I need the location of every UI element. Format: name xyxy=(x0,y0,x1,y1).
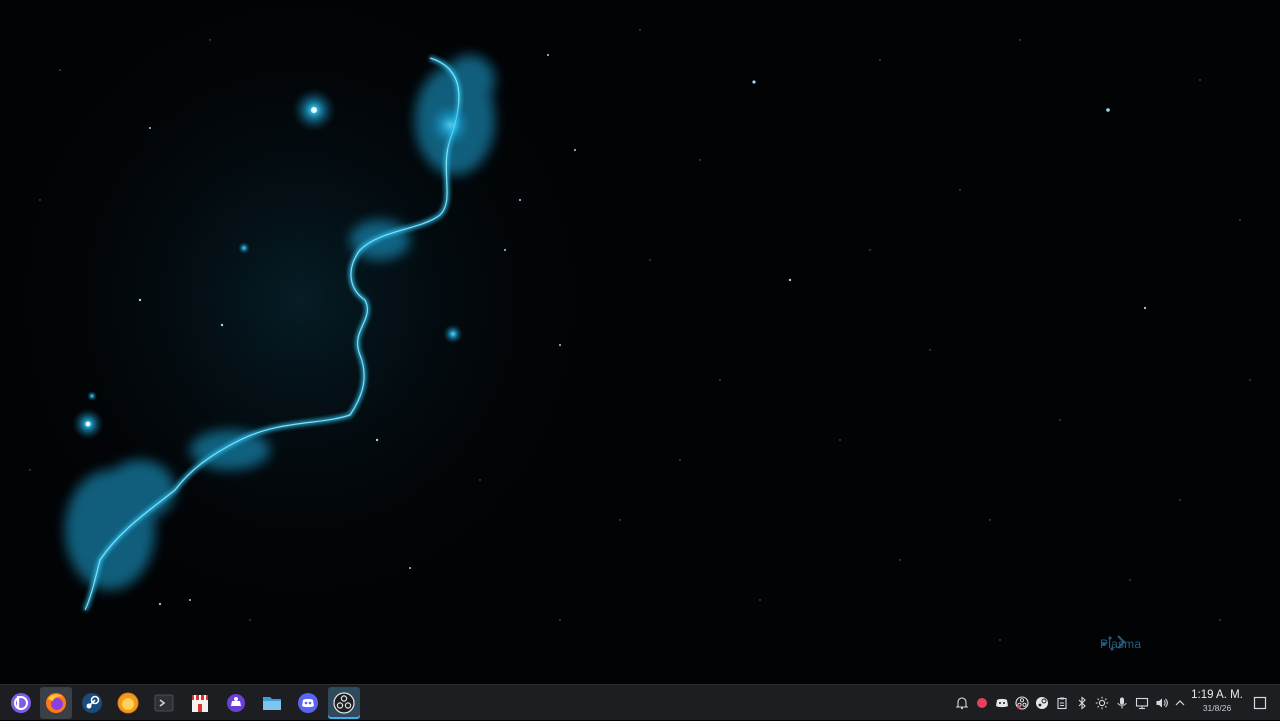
plasma-watermark: Plasma xyxy=(1100,632,1190,656)
task-obs[interactable] xyxy=(328,687,360,719)
task-firefox[interactable] xyxy=(40,687,72,719)
task-discord[interactable] xyxy=(292,687,324,719)
discord-icon xyxy=(298,693,318,713)
discover-icon xyxy=(227,694,245,712)
show-desktop-icon xyxy=(1253,696,1267,710)
show-desktop-button[interactable] xyxy=(1252,695,1268,711)
application-launcher-button[interactable] xyxy=(6,688,36,718)
network-icon xyxy=(1135,697,1149,710)
system-tray xyxy=(952,685,1185,721)
bell-icon xyxy=(955,697,969,710)
tray-obs[interactable] xyxy=(1014,695,1030,711)
tray-steam[interactable] xyxy=(1034,695,1050,711)
volume-icon xyxy=(1156,698,1168,708)
steam-icon xyxy=(1036,697,1048,709)
tray-microphone[interactable] xyxy=(1114,695,1130,711)
tray-volume[interactable] xyxy=(1154,695,1170,711)
taskbar-panel: 1:19 A. M. 31/8/26 xyxy=(0,684,1280,720)
task-terminal[interactable] xyxy=(148,687,180,719)
tray-recording[interactable] xyxy=(974,695,990,711)
tray-discord[interactable] xyxy=(994,695,1010,711)
kde-application-launcher-icon xyxy=(11,693,31,713)
steam-icon xyxy=(82,693,102,713)
folder-icon xyxy=(263,697,281,710)
bluetooth-icon xyxy=(1078,696,1086,710)
obs-icon xyxy=(1015,696,1029,710)
record-dot-icon xyxy=(977,698,987,708)
tray-network[interactable] xyxy=(1134,695,1150,711)
obs-icon xyxy=(333,692,355,714)
store-icon xyxy=(192,695,208,712)
task-orange-app[interactable] xyxy=(112,687,144,719)
orange-circle-app-icon xyxy=(117,692,139,714)
tray-notifications[interactable] xyxy=(954,695,970,711)
wallpaper-nebula xyxy=(0,0,1251,641)
firefox-icon xyxy=(46,693,66,713)
clock-time: 1:19 A. M. xyxy=(1191,689,1243,701)
desktop[interactable]: Plasma xyxy=(0,0,1280,684)
microphone-icon xyxy=(1117,697,1127,709)
discord-icon xyxy=(996,698,1008,708)
plasma-logo-icon xyxy=(1102,635,1126,651)
chevron-up-icon xyxy=(1175,700,1185,706)
clock-date: 31/8/26 xyxy=(1202,703,1232,713)
task-discover[interactable] xyxy=(220,687,252,719)
task-steam[interactable] xyxy=(76,687,108,719)
tray-bluetooth[interactable] xyxy=(1074,695,1090,711)
tray-clipboard[interactable] xyxy=(1054,695,1070,711)
terminal-icon xyxy=(154,694,174,712)
task-file-manager[interactable] xyxy=(256,687,288,719)
tray-expand[interactable] xyxy=(1172,695,1188,711)
clipboard-icon xyxy=(1057,697,1067,710)
digital-clock[interactable]: 1:19 A. M. 31/8/26 xyxy=(1188,688,1246,718)
task-store[interactable] xyxy=(184,687,216,719)
brightness-icon xyxy=(1095,696,1109,710)
tray-brightness[interactable] xyxy=(1094,695,1110,711)
